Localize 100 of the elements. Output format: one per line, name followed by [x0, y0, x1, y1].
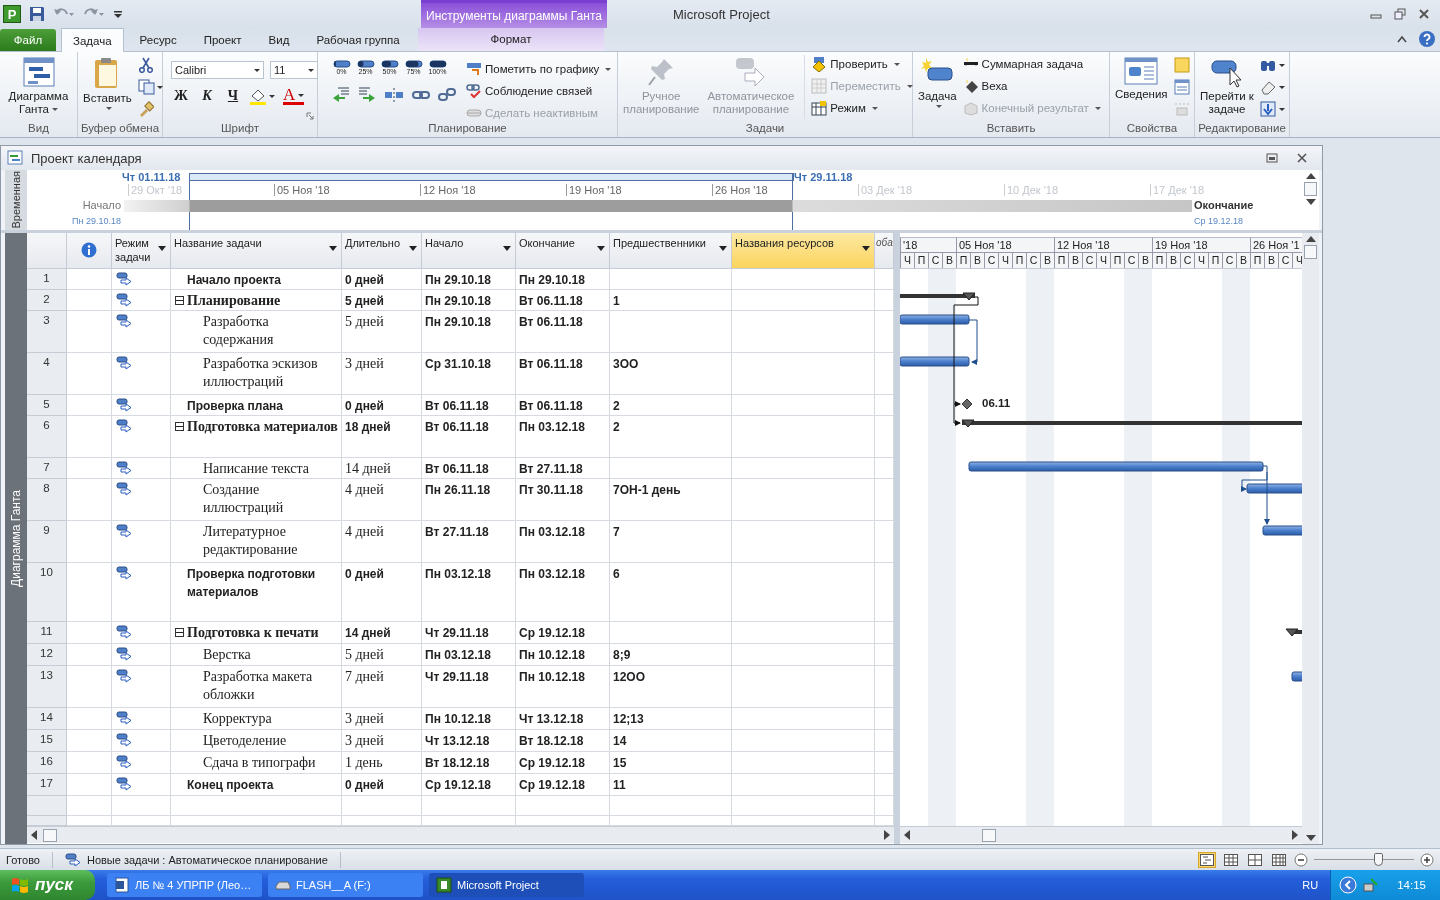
collapse-toggle[interactable]	[175, 422, 184, 431]
font-color-button[interactable]: A	[283, 87, 305, 105]
taskbar-button[interactable]: ЛБ № 4 УПРПР (Лео…	[107, 873, 262, 897]
column-header[interactable]: Начало	[422, 233, 516, 269]
status-text[interactable]: Новые задачи : Автоматическое планирование	[86, 853, 328, 866]
row-number[interactable]: 12	[27, 644, 67, 666]
scroll-thumb[interactable]	[982, 828, 996, 842]
scroll-down-button[interactable]	[1305, 199, 1316, 205]
zoom-in-button[interactable]	[1420, 852, 1434, 867]
ribbon-tab[interactable]: Рабочая группа	[305, 29, 411, 51]
ribbon-command[interactable]: Веха	[962, 77, 1101, 95]
ribbon-tab[interactable]: Проект	[192, 29, 253, 51]
row-number[interactable]: 6	[27, 416, 67, 458]
column-header[interactable]: оба	[875, 233, 894, 269]
taskbar-button[interactable]: Microsoft Project	[429, 873, 584, 897]
task-bar[interactable]	[1246, 483, 1302, 494]
summary-bar[interactable]	[1285, 628, 1302, 637]
ribbon-command[interactable]: Пометить по графику	[466, 60, 612, 78]
collapse-ribbon-icon[interactable]	[1396, 34, 1408, 44]
column-header[interactable]: Названия ресурсов	[732, 233, 875, 269]
view-shortcut-button[interactable]	[1246, 851, 1264, 868]
ribbon-command[interactable]: Суммарная задача	[962, 55, 1101, 73]
header-cell[interactable]	[27, 233, 67, 269]
ribbon-command[interactable]: Проверить	[811, 55, 913, 73]
filter-arrow-icon[interactable]	[409, 246, 417, 251]
milestone-diamond[interactable]	[961, 398, 973, 410]
dialog-launcher-icon[interactable]	[306, 112, 314, 120]
fill-color-icon[interactable]	[249, 87, 277, 105]
filter-arrow-icon[interactable]	[329, 246, 337, 251]
network-icon[interactable]	[1363, 877, 1380, 893]
view-shortcut-button[interactable]	[1198, 851, 1216, 868]
row-number[interactable]: 14	[27, 708, 67, 730]
scroll-left-button[interactable]	[31, 830, 37, 840]
row-number[interactable]: 4	[27, 353, 67, 395]
timeline-range-bar[interactable]	[189, 173, 794, 181]
scroll-thumb[interactable]	[43, 828, 57, 842]
start-button[interactable]: пуск	[0, 870, 95, 900]
row-number[interactable]: 3	[27, 311, 67, 353]
row-number[interactable]: 5	[27, 395, 67, 416]
split-task-icon[interactable]	[384, 86, 404, 104]
row-number[interactable]: 16	[27, 752, 67, 774]
column-header[interactable]	[67, 233, 112, 269]
app-logo[interactable]: P	[3, 5, 21, 23]
paste-button[interactable]: Вставить	[81, 55, 134, 111]
ribbon-tab[interactable]: Ресурс	[128, 29, 188, 51]
row-number[interactable]: 7	[27, 458, 67, 479]
ribbon-tab[interactable]: Формат	[418, 27, 604, 51]
task-bar[interactable]	[1262, 525, 1302, 536]
scroll-down-button[interactable]	[1305, 835, 1316, 841]
close-icon[interactable]	[1418, 8, 1430, 20]
unlink-icon[interactable]	[438, 86, 456, 104]
information-button[interactable]: Сведения	[1113, 55, 1170, 102]
collapse-toggle[interactable]	[175, 296, 184, 305]
zoom-out-button[interactable]	[1294, 852, 1308, 867]
row-number[interactable]: 11	[27, 622, 67, 644]
font-size-field[interactable]: 11	[270, 61, 318, 79]
close-icon[interactable]	[1296, 153, 1308, 163]
view-shortcut-button[interactable]	[1270, 851, 1288, 868]
italic-button[interactable]: К	[197, 88, 217, 104]
scroll-left-button[interactable]	[904, 830, 910, 840]
row-number[interactable]: 10	[27, 563, 67, 622]
task-bar[interactable]	[900, 356, 970, 367]
taskbar-button[interactable]: FLASH__A (F:)	[268, 873, 423, 897]
language-indicator[interactable]: RU	[1302, 879, 1319, 891]
task-bar[interactable]	[1291, 671, 1302, 682]
row-number[interactable]: 17	[27, 774, 67, 796]
column-header[interactable]: Предшественники	[610, 233, 732, 269]
cut-icon[interactable]	[137, 57, 154, 73]
details-icon[interactable]	[1173, 79, 1190, 95]
scroll-thumb[interactable]	[1304, 182, 1317, 196]
column-header[interactable]: Режим задачи	[112, 233, 171, 269]
insert-task-button[interactable]: Задача	[916, 55, 959, 109]
ribbon-tab[interactable]: Вид	[257, 29, 301, 51]
ribbon-tab[interactable]: Задача	[61, 28, 124, 52]
filter-arrow-icon[interactable]	[158, 246, 166, 251]
ribbon-tab[interactable]: Файл	[0, 29, 56, 51]
gantt-chart-button[interactable]: Диаграмма Ганта	[3, 55, 74, 117]
view-shortcut-button[interactable]	[1222, 851, 1240, 868]
restore-icon[interactable]	[1394, 8, 1406, 20]
row-number[interactable]: 8	[27, 479, 67, 521]
save-icon[interactable]	[29, 6, 45, 22]
scroll-to-task-button[interactable]: Перейти к задаче	[1198, 55, 1256, 117]
filter-arrow-icon[interactable]	[719, 246, 727, 251]
filter-arrow-icon[interactable]	[862, 246, 870, 251]
font-name-field[interactable]: Calibri	[171, 61, 264, 79]
summary-bar[interactable]	[961, 419, 1302, 428]
task-bar[interactable]	[900, 314, 970, 325]
row-number[interactable]: 13	[27, 666, 67, 708]
column-header[interactable]: Окончание	[516, 233, 610, 269]
bold-button[interactable]: Ж	[171, 88, 191, 104]
column-header[interactable]: Длительно	[342, 233, 422, 269]
indent-icon[interactable]	[358, 86, 376, 104]
view-bar[interactable]: Диаграмма Ганта	[5, 233, 27, 844]
tray-expand-icon[interactable]	[1339, 876, 1358, 894]
filter-arrow-icon[interactable]	[503, 246, 511, 251]
collapse-toggle[interactable]	[175, 628, 184, 637]
column-header[interactable]: Название задачи	[171, 233, 342, 269]
row-number[interactable]: 9	[27, 521, 67, 563]
restore-icon[interactable]	[1266, 153, 1278, 163]
summary-bar[interactable]	[900, 292, 976, 301]
